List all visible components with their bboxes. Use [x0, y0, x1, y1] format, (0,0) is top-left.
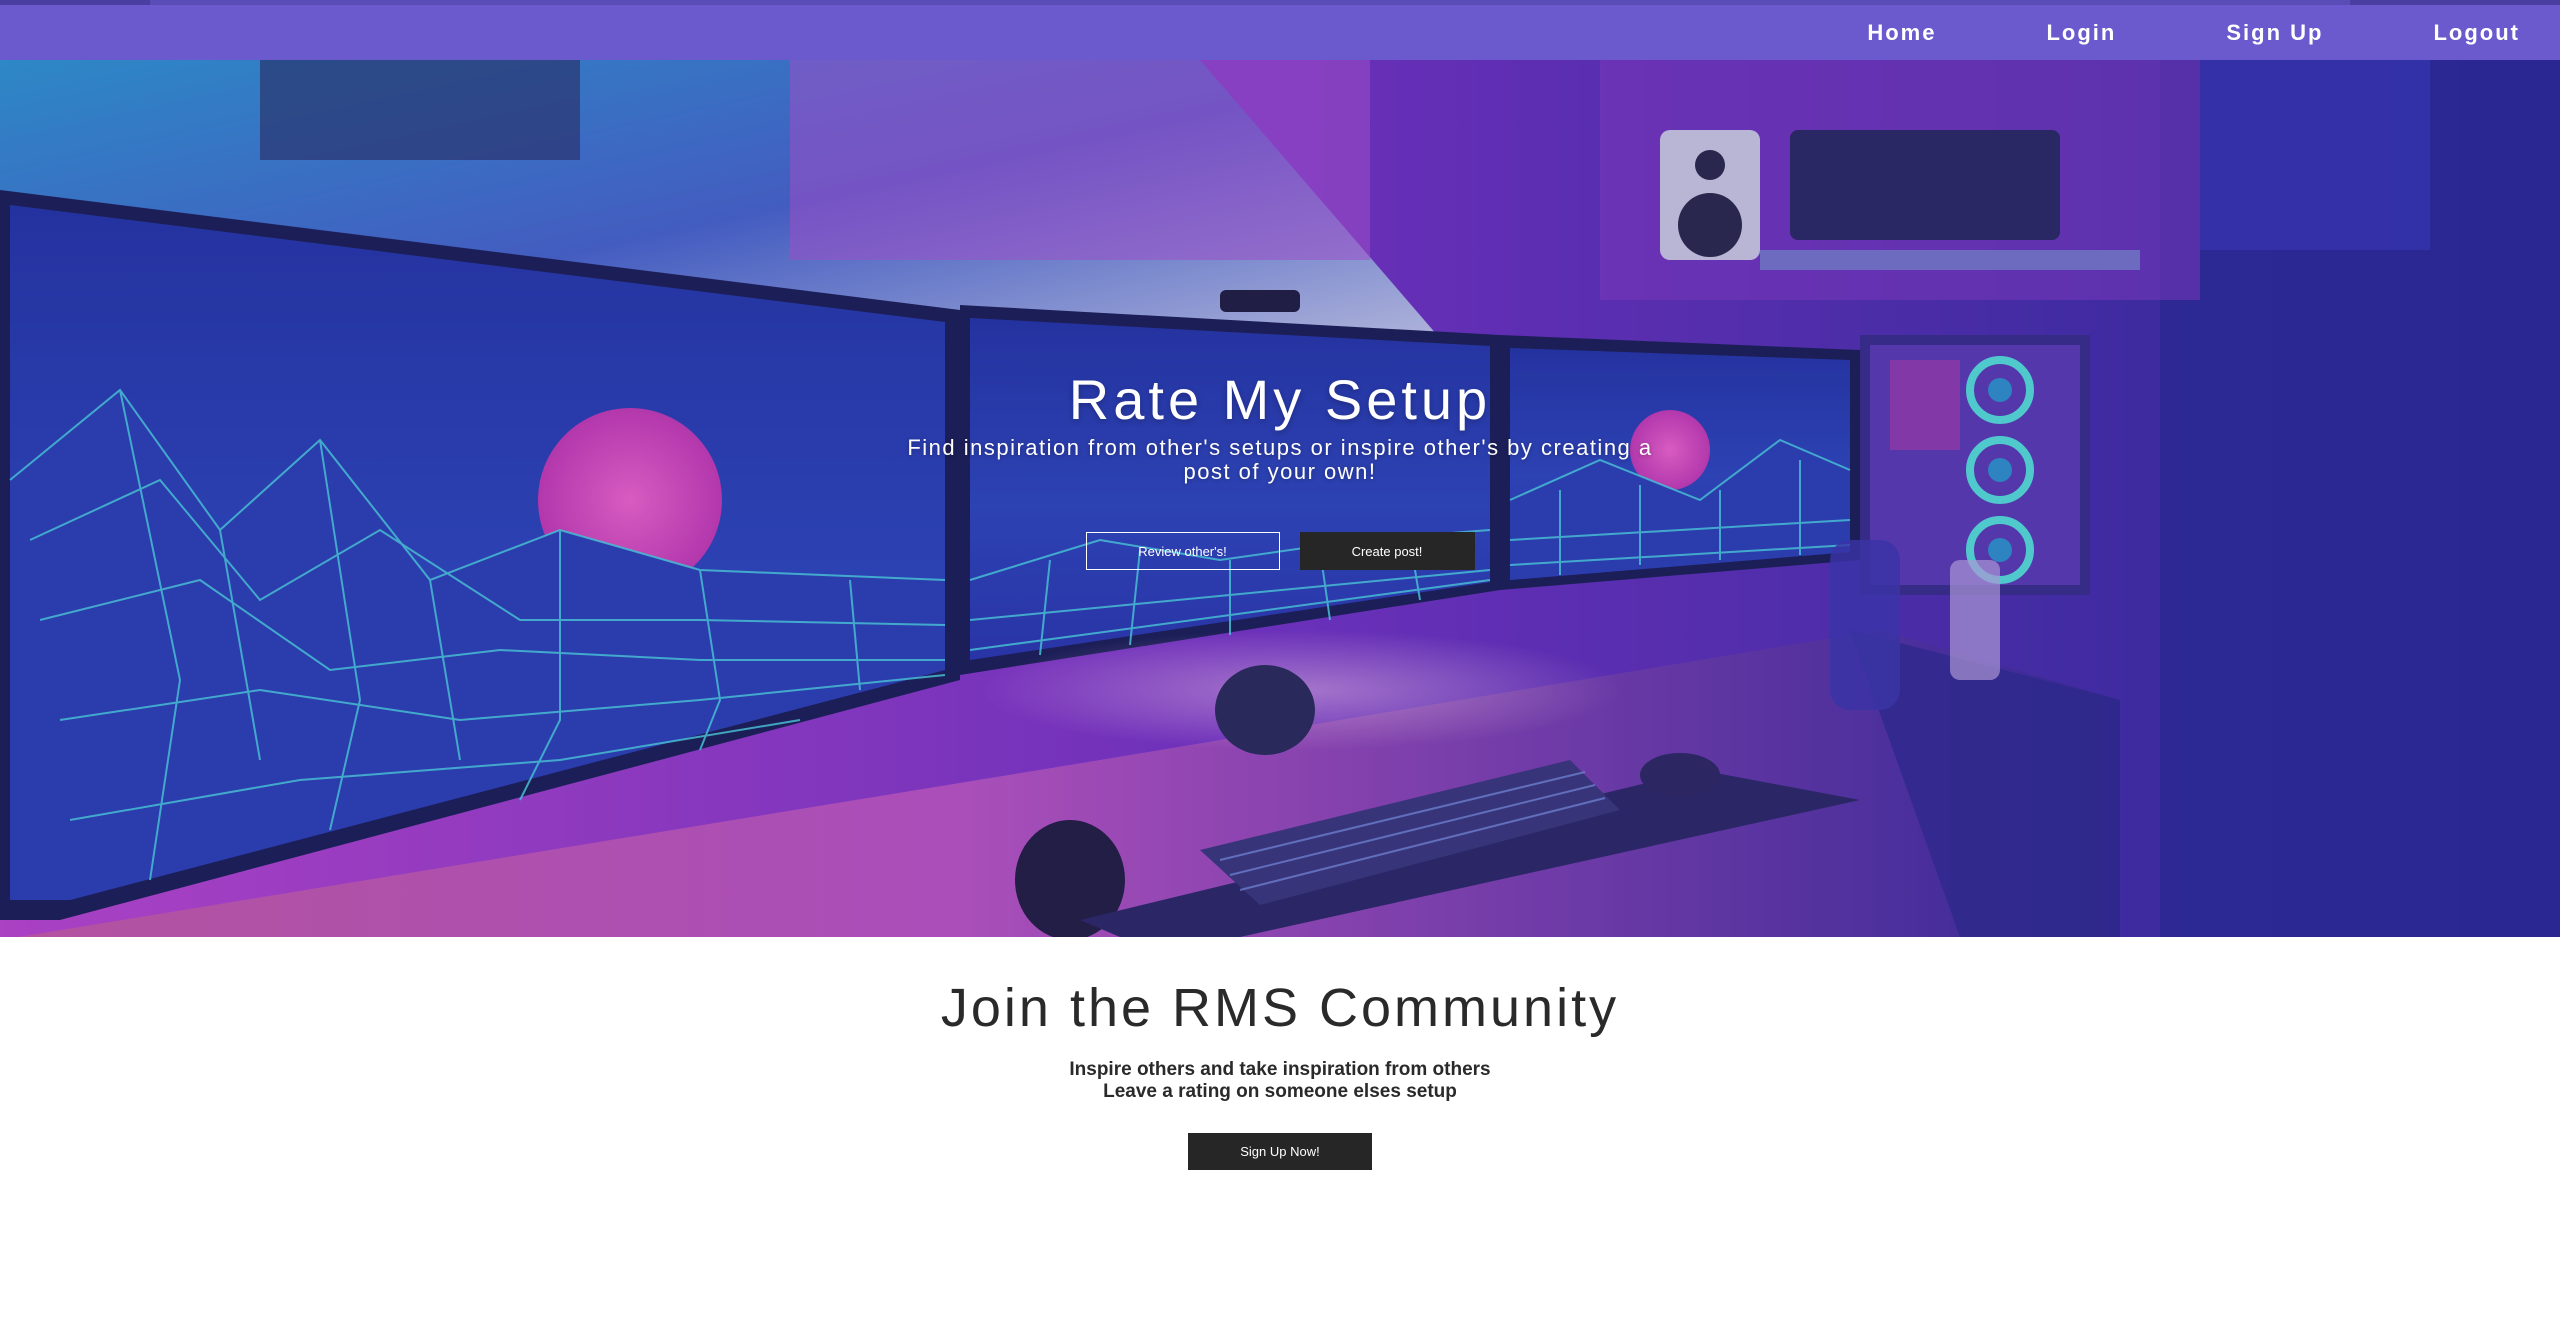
top-navbar: Home Login Sign Up Logout: [0, 0, 2560, 60]
nav-logout-link[interactable]: Logout: [2433, 20, 2520, 46]
community-line-1: Inspire others and take inspiration from…: [1069, 1059, 1491, 1080]
community-section: Join the RMS Community Inspire others an…: [0, 937, 2560, 1320]
hero-content: Rate My Setup Find inspiration from othe…: [0, 368, 2560, 570]
hero-title: Rate My Setup: [1068, 368, 1492, 431]
hero-subtitle: Find inspiration from other's setups or …: [907, 435, 1653, 484]
review-others-button[interactable]: Review other's!: [1085, 532, 1280, 570]
community-text: Inspire others and take inspiration from…: [0, 1059, 2560, 1103]
nav-links: Home Login Sign Up Logout: [1757, 5, 2520, 60]
create-post-button[interactable]: Create post!: [1299, 532, 1475, 570]
hero-buttons: Review other's! Create post!: [0, 532, 2560, 570]
nav-signup-link[interactable]: Sign Up: [2226, 20, 2323, 46]
community-line-2: Leave a rating on someone elses setup: [1103, 1081, 1457, 1102]
community-title: Join the RMS Community: [940, 978, 1620, 1038]
hero-section: Rate My Setup Find inspiration from othe…: [0, 60, 2560, 937]
nav-login-link[interactable]: Login: [2046, 20, 2116, 46]
sign-up-now-button[interactable]: Sign Up Now!: [1188, 1133, 1372, 1170]
nav-home-link[interactable]: Home: [1867, 20, 1936, 46]
